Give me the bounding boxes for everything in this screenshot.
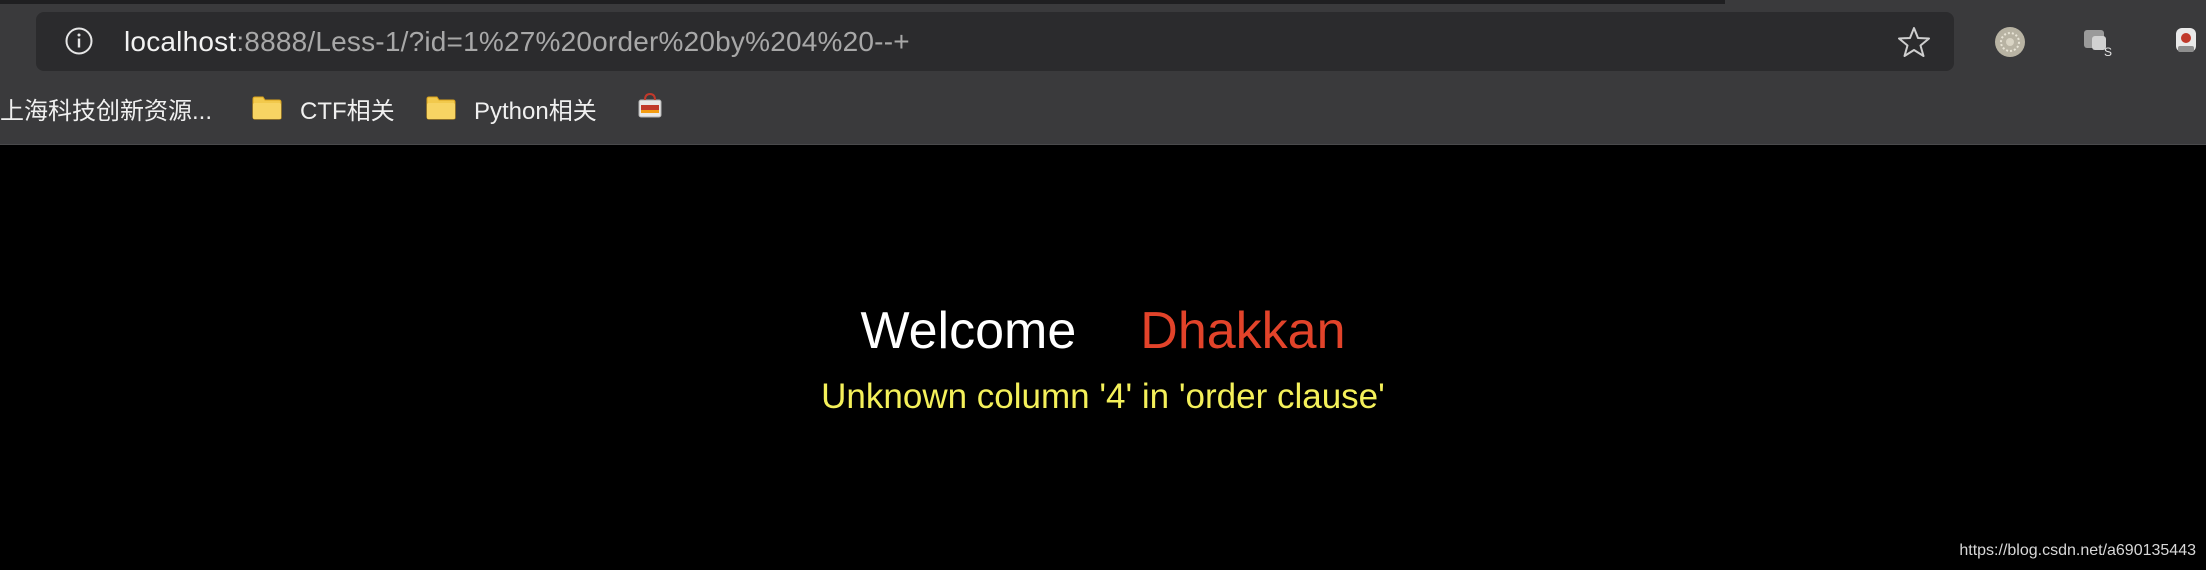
shopping-bag-icon (636, 91, 664, 126)
welcome-name: Dhakkan (1140, 302, 1346, 360)
extension-globe-icon[interactable] (1992, 24, 2028, 60)
bookmark-label: 上海科技创新资源... (0, 97, 213, 125)
info-icon[interactable] (64, 26, 94, 56)
extension-puzzle-icon[interactable]: S (2080, 24, 2116, 60)
bookmarks-bar: 上海科技创新资源... CTF相关 Python相关 (0, 84, 2206, 134)
bookmark-label: CTF相关 (300, 97, 395, 125)
bookmark-shanghai-tech[interactable]: 上海科技创新资源... (0, 90, 212, 126)
url-path: :8888/Less-1/?id=1%27%20order%20by%204%2… (236, 26, 910, 57)
url-host: localhost (124, 26, 237, 57)
address-bar[interactable]: localhost:8888/Less-1/?id=1%27%20order%2… (36, 12, 1954, 71)
welcome-heading: Welcome Dhakkan (0, 301, 2206, 361)
browser-toolbar: localhost:8888/Less-1/?id=1%27%20order%2… (0, 0, 2206, 145)
extension-user-icon[interactable] (2168, 24, 2204, 60)
watermark-url: https://blog.csdn.net/a690135443 (1959, 542, 2196, 559)
bookmark-ctf-folder[interactable]: CTF相关 (252, 90, 395, 126)
tab-strip-edge (0, 0, 1725, 4)
bookmark-python-folder[interactable]: Python相关 (426, 90, 597, 126)
url-text[interactable]: localhost:8888/Less-1/?id=1%27%20order%2… (124, 24, 910, 60)
sql-error-message: Unknown column '4' in 'order clause' (821, 377, 1385, 416)
folder-icon (426, 96, 456, 120)
welcome-text: Welcome (860, 302, 1077, 360)
svg-text:S: S (2104, 45, 2112, 59)
folder-icon (252, 96, 282, 120)
star-icon[interactable] (1896, 24, 1932, 60)
bookmark-label: Python相关 (474, 97, 597, 125)
bookmark-shopping[interactable] (636, 90, 664, 126)
page-content: Welcome Dhakkan Unknown column '4' in 'or… (0, 145, 2206, 570)
